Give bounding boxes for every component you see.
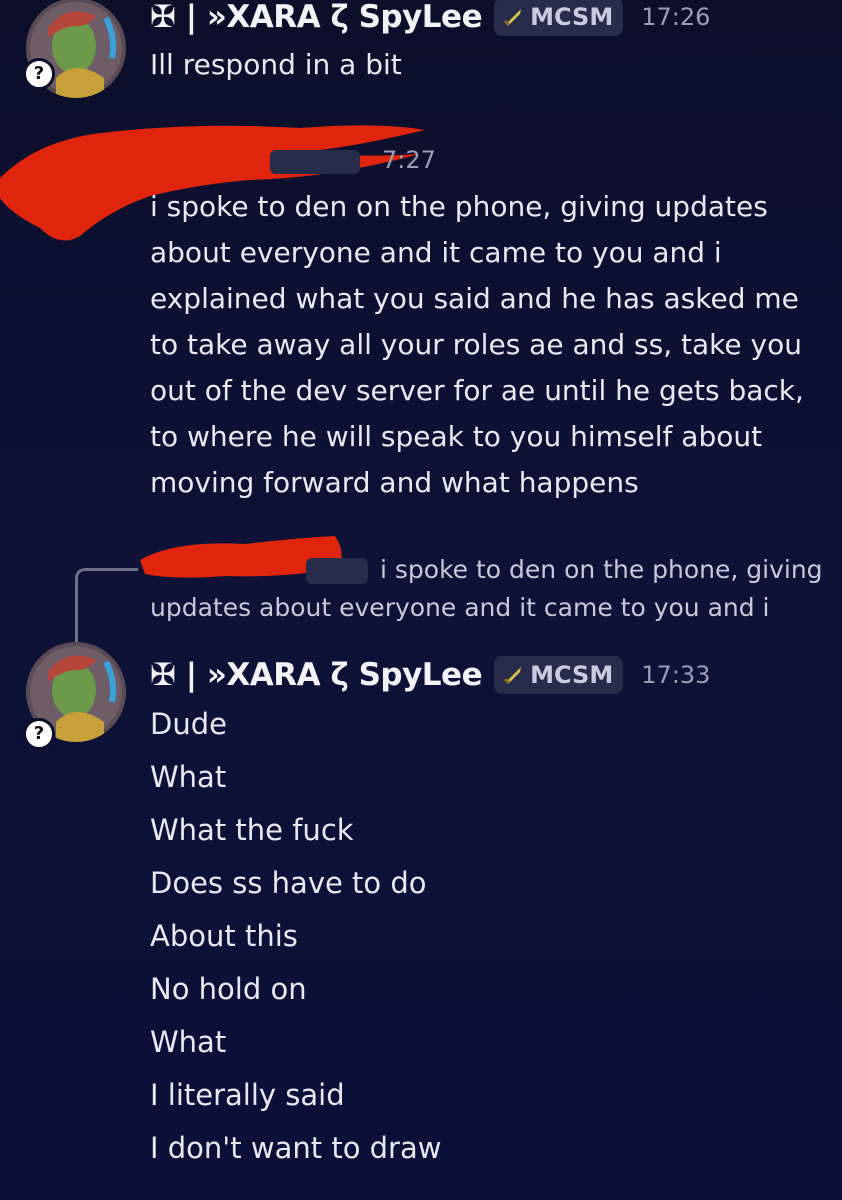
- message-line: about everyone and it came to you and i: [150, 236, 722, 269]
- sword-icon: [504, 667, 522, 685]
- message-line: I literally said: [150, 1078, 345, 1112]
- message-body: i spoke to den on the phone, giving upda…: [150, 184, 804, 506]
- message-text: Ill respond in a bit: [150, 48, 402, 81]
- server-tag[interactable]: MCSM: [494, 656, 624, 694]
- status-unknown-icon: ?: [23, 718, 55, 750]
- message-line: About this: [150, 919, 298, 953]
- message-body: Dude What What the fuck Does ss have to …: [150, 698, 441, 1175]
- timestamp: 17:26: [641, 3, 711, 31]
- username[interactable]: ✠ | »XARA ζ SpyLee: [150, 657, 483, 693]
- message-line: moving forward and what happens: [150, 466, 639, 499]
- server-tag[interactable]: MCSM: [494, 0, 624, 36]
- server-tag-label: MCSM: [530, 661, 614, 689]
- message-line: What: [150, 1025, 227, 1059]
- timestamp: 7:27: [382, 146, 436, 174]
- message-line: I don't want to draw: [150, 1131, 442, 1165]
- message-line: Does ss have to do: [150, 866, 427, 900]
- message-line: i spoke to den on the phone, giving upda…: [150, 190, 768, 223]
- username[interactable]: ✠ | »XARA ζ SpyLee: [150, 0, 483, 35]
- timestamp: 17:33: [641, 661, 711, 689]
- message-header: ✠ | »XARA ζ SpyLee MCSM 17:26: [150, 0, 710, 36]
- message-header: ✠ | »XARA ζ SpyLee MCSM 17:33: [150, 656, 710, 694]
- reply-server-tag: [306, 558, 368, 584]
- message-line: What: [150, 760, 227, 794]
- status-unknown-icon: ?: [23, 58, 55, 90]
- reply-preview-text[interactable]: i spoke to den on the phone, giving: [380, 551, 823, 589]
- sword-icon: [504, 9, 522, 27]
- message-line: explained what you said and he has asked…: [150, 282, 799, 315]
- message-line: What the fuck: [150, 813, 354, 847]
- server-tag[interactable]: [270, 150, 360, 174]
- message-line: Dude: [150, 707, 227, 741]
- message-line: to take away all your roles ae and ss, t…: [150, 328, 802, 361]
- message-line: No hold on: [150, 972, 307, 1006]
- message-line: to where he will speak to you himself ab…: [150, 420, 763, 453]
- message-line: out of the dev server for ae until he ge…: [150, 374, 804, 407]
- reply-preview-text[interactable]: updates about everyone and it came to yo…: [150, 589, 770, 627]
- server-tag-label: MCSM: [530, 3, 614, 31]
